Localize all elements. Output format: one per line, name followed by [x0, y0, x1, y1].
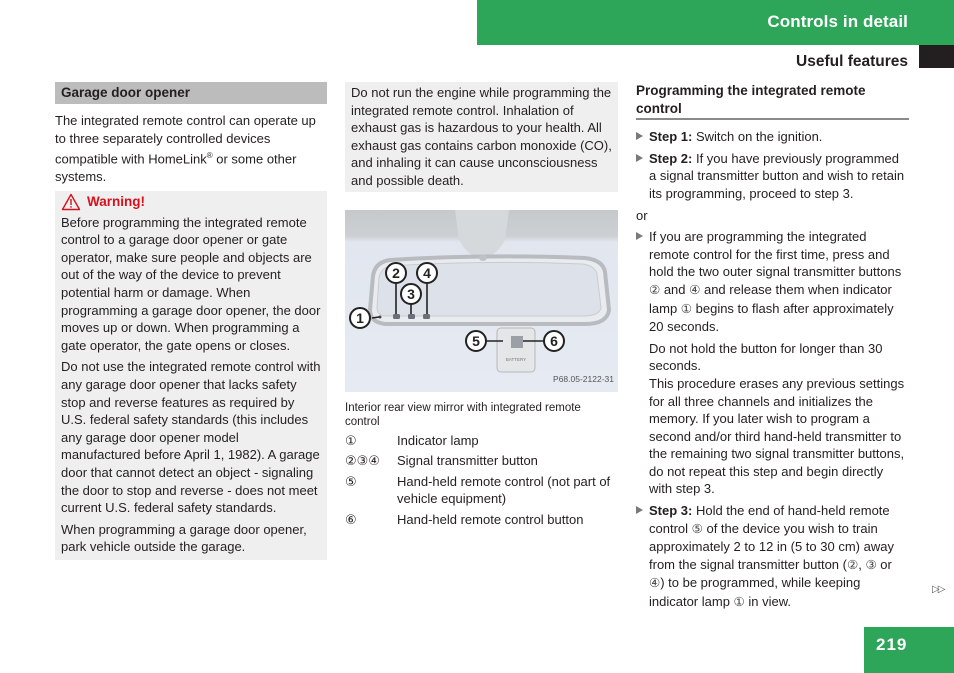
continued-arrow-icon: ▷▷ [932, 584, 945, 595]
warning-title: Warning! [87, 193, 145, 209]
svg-text:1: 1 [356, 310, 364, 326]
bullet-arrow-icon [636, 506, 643, 515]
legend-item: ① Indicator lamp [345, 432, 618, 450]
legend-item: ⑥ Hand-held remote control button [345, 511, 618, 529]
warning-continuation-text: Do not run the engine while programming … [351, 85, 612, 188]
callout-2: 2 [385, 261, 407, 284]
signal-button-3 [408, 313, 415, 319]
callout-3: 3 [400, 282, 422, 305]
step-label: Step 3: [649, 503, 693, 519]
figure-legend: ① Indicator lamp ②③④ Signal transmitter … [345, 432, 618, 529]
legend-number: ① [345, 432, 357, 448]
warning-heading: Warning! [61, 193, 321, 211]
remote-label: BATTERY [506, 357, 526, 362]
intro-paragraph: The integrated remote control can operat… [55, 113, 316, 185]
signal-button-2 [393, 313, 400, 319]
procedure-heading: Programming the integrated remote contro… [636, 82, 909, 121]
legend-number: ⑥ [345, 511, 357, 527]
chapter-title: Controls in detail [767, 12, 908, 31]
svg-text:5: 5 [472, 333, 480, 349]
step-3: Step 3: Hold the end of hand-held remote… [636, 502, 909, 612]
handheld-remote [496, 327, 536, 373]
mirror-mount [455, 209, 509, 258]
callout-4: 4 [416, 261, 438, 284]
legend-number: ②③④ [345, 453, 380, 469]
legend-text: Indicator lamp [397, 432, 479, 448]
section-subtitle: Useful features [796, 53, 908, 70]
chapter-header-bar: Controls in detail [477, 0, 954, 45]
warning-paragraph: When programming a garage door opener, p… [61, 521, 307, 555]
step-1: Step 1: Switch on the ignition. [636, 128, 909, 146]
legend-text: Signal transmitter button [397, 453, 538, 469]
legend-item: ②③④ Signal transmitter button [345, 452, 618, 470]
page-number-box: 219 [864, 627, 954, 673]
note-erase-memory: This procedure erases any previous setti… [649, 375, 905, 497]
bullet-arrow-icon [636, 153, 643, 162]
warning-triangle-icon [61, 193, 81, 210]
svg-text:4: 4 [423, 265, 431, 281]
mirror-illustration: BATTERY 1 2 3 4 5 6 P68.05-2122-31 [345, 209, 618, 392]
legend-item: ⑤ Hand-held remote control (not part of … [345, 473, 618, 508]
svg-text:2: 2 [392, 265, 400, 281]
mirror-diagram: BATTERY 1 2 3 4 5 6 [349, 209, 612, 373]
column-left: Garage door opener The integrated remote… [55, 82, 327, 560]
warning-continuation-box: Do not run the engine while programming … [345, 82, 618, 192]
svg-text:3: 3 [407, 286, 415, 302]
svg-text:6: 6 [550, 333, 558, 349]
warning-paragraph: Before programming the integrated remote… [61, 214, 321, 353]
warning-paragraph: Do not use the integrated remote control… [61, 359, 321, 516]
note-hold-duration: Do not hold the button for longer than 3… [649, 340, 883, 374]
signal-button-4 [423, 313, 430, 319]
mirror-sensor [479, 254, 487, 261]
callout-1: 1 [349, 306, 371, 329]
page-number: 219 [876, 635, 908, 654]
figure-caption: Interior rear view mirror with integrate… [345, 401, 581, 428]
warning-box: Warning! Before programming the integrat… [55, 190, 327, 560]
callout-5: 5 [465, 329, 487, 352]
thumb-index-tab [919, 45, 954, 68]
legend-text: Hand-held remote control button [397, 511, 584, 527]
column-right: Programming the integrated remote contro… [636, 82, 909, 612]
step-label: Step 1: [649, 129, 693, 145]
step-2: Step 2: If you have previously programme… [636, 150, 909, 203]
step-2-alternative: If you are programming the integrated re… [636, 228, 909, 336]
or-separator: or [636, 207, 648, 223]
callout-6: 6 [543, 329, 565, 352]
legend-text: Hand-held remote control (not part of ve… [397, 473, 611, 507]
column-middle: Do not run the engine while programming … [345, 82, 618, 529]
step-label: Step 2: [649, 150, 693, 166]
handheld-remote-button [511, 335, 523, 348]
figure-code: P68.05-2122-31 [553, 373, 614, 384]
section-heading: Garage door opener [55, 82, 327, 104]
bullet-arrow-icon [636, 132, 643, 141]
bullet-arrow-icon [636, 232, 643, 241]
legend-number: ⑤ [345, 473, 357, 489]
